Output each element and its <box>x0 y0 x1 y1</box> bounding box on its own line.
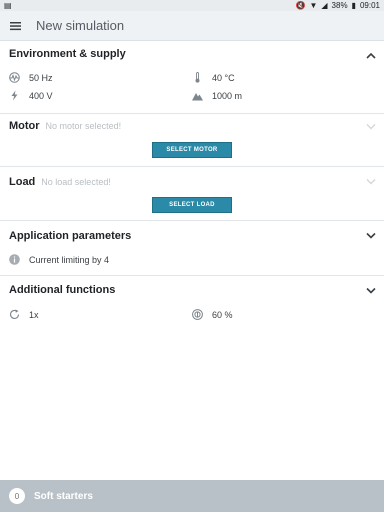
clock: 09:01 <box>359 1 380 10</box>
percentage-value: 60 % <box>212 309 233 320</box>
result-count-badge: 0 <box>9 488 25 504</box>
additional-header[interactable]: Additional functions <box>9 284 115 296</box>
mountain-icon <box>192 90 203 101</box>
environment-title: Environment & supply <box>9 48 126 60</box>
thermometer-icon <box>192 72 203 83</box>
signal-icon: ◢ <box>321 1 328 10</box>
menu-button[interactable] <box>0 11 30 41</box>
refresh-icon <box>9 309 20 320</box>
battery-percentage: 38% <box>331 1 348 10</box>
additional-section: Additional functions 1x 60 % <box>0 276 384 331</box>
chevron-down-icon[interactable] <box>366 232 376 239</box>
voltage-item: 400 V <box>9 90 53 101</box>
load-header[interactable]: Load No load selected! <box>9 176 111 188</box>
silent-icon: 🔇 <box>295 1 306 10</box>
voltage-value: 400 V <box>29 90 53 101</box>
motor-header[interactable]: Motor No motor selected! <box>9 120 121 132</box>
battery-icon: ▮ <box>351 1 356 10</box>
frequency-item: 50 Hz <box>9 72 53 83</box>
duty-cycle-icon <box>192 309 203 320</box>
chevron-up-icon[interactable] <box>366 52 376 59</box>
motor-hint: No motor selected! <box>45 121 122 131</box>
chevron-down-icon[interactable] <box>366 287 376 294</box>
lightning-icon <box>9 90 20 101</box>
status-bar: ▤ 🔇 ▼ ◢ 38% ▮ 09:01 <box>0 0 384 11</box>
info-icon <box>9 254 20 265</box>
frequency-icon <box>9 72 20 83</box>
percentage-item: 60 % <box>192 309 233 320</box>
select-motor-button[interactable]: SELECT MOTOR <box>152 142 232 158</box>
motor-section: Motor No motor selected! SELECT MOTOR <box>0 114 384 167</box>
additional-title: Additional functions <box>9 284 116 296</box>
wifi-icon: ▼ <box>309 1 318 10</box>
temperature-value: 40 °C <box>212 72 235 83</box>
application-header[interactable]: Application parameters <box>9 230 131 242</box>
load-section: Load No load selected! SELECT LOAD <box>0 167 384 221</box>
altitude-value: 1000 m <box>212 90 243 101</box>
soft-starters-footer[interactable]: 0 Soft starters <box>0 480 384 512</box>
load-hint: No load selected! <box>41 177 111 187</box>
application-title: Application parameters <box>9 230 132 242</box>
current-limiting-value: Current limiting by 4 <box>29 254 110 265</box>
hamburger-icon <box>9 21 21 30</box>
motor-title: Motor <box>9 120 40 132</box>
frequency-value: 50 Hz <box>29 72 53 83</box>
chevron-down-icon <box>366 178 376 185</box>
temperature-item: 40 °C <box>192 72 235 83</box>
altitude-item: 1000 m <box>192 90 242 101</box>
page-title: New simulation <box>36 18 125 33</box>
environment-section: Environment & supply 50 Hz 400 V 40 °C 1… <box>0 41 384 114</box>
application-section: Application parameters Current limiting … <box>0 221 384 276</box>
notification-icon: ▤ <box>4 1 12 10</box>
select-load-button[interactable]: SELECT LOAD <box>152 197 232 213</box>
footer-title: Soft starters <box>34 490 93 502</box>
starts-value: 1x <box>29 309 39 320</box>
app-bar: New simulation <box>0 11 384 41</box>
environment-header[interactable]: Environment & supply <box>9 48 126 60</box>
starts-item: 1x <box>9 309 39 320</box>
load-title: Load <box>9 176 36 188</box>
chevron-down-icon <box>366 123 376 130</box>
current-limiting-item: Current limiting by 4 <box>9 254 109 265</box>
